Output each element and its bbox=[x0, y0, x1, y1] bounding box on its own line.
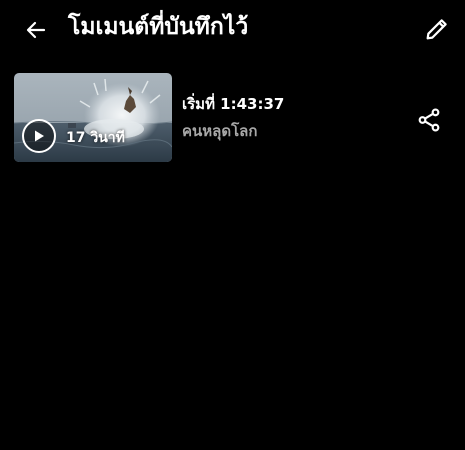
back-button[interactable] bbox=[20, 14, 52, 46]
saved-moments-screen: โมเมนต์ที่บันทึกไว้ 17 วินาที เริ่มที่ 1… bbox=[0, 0, 465, 450]
share-icon bbox=[418, 108, 440, 132]
page-title: โมเมนต์ที่บันทึกไว้ bbox=[68, 14, 249, 40]
duration-label: 17 วินาที bbox=[66, 130, 125, 146]
share-button[interactable] bbox=[413, 104, 445, 136]
edit-button[interactable] bbox=[420, 12, 454, 46]
moment-list-item[interactable]: 17 วินาที เริ่มที่ 1:43:37 คนหลุดโลก bbox=[0, 72, 465, 164]
start-time-label: เริ่มที่ 1:43:37 bbox=[182, 95, 285, 113]
app-header: โมเมนต์ที่บันทึกไว้ bbox=[0, 0, 465, 58]
movie-title: คนหลุดโลก bbox=[182, 122, 258, 140]
moment-thumbnail[interactable]: 17 วินาที bbox=[14, 73, 172, 162]
play-icon bbox=[35, 130, 44, 142]
play-button[interactable] bbox=[22, 119, 56, 153]
arrow-left-icon bbox=[26, 21, 46, 39]
pencil-icon bbox=[426, 19, 447, 40]
